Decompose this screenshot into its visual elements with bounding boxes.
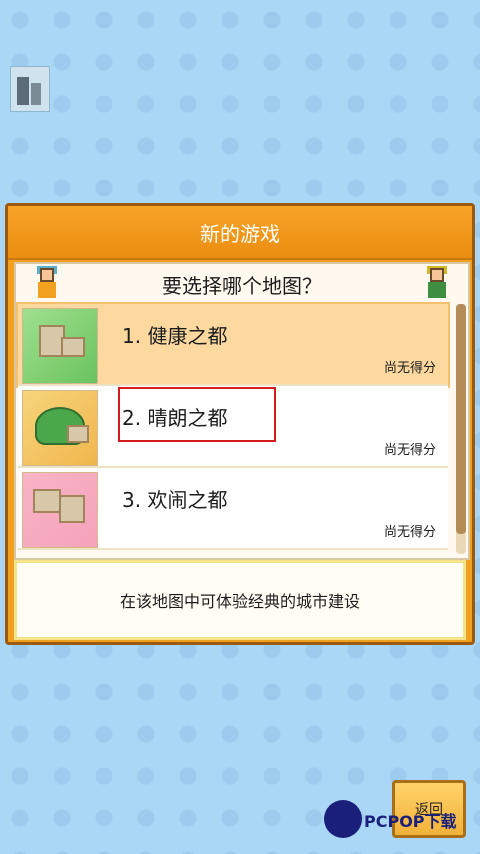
map-thumbnail-icon <box>22 472 98 548</box>
scrollbar[interactable] <box>456 304 466 554</box>
npc-right-icon <box>424 266 450 300</box>
map-thumbnail-icon <box>22 390 98 466</box>
map-title: 3. 欢闹之都 <box>122 488 228 512</box>
question-text: 要选择哪个地图？ <box>162 274 322 298</box>
player-thumbnail-icon <box>10 66 50 112</box>
statue-figure <box>31 83 41 105</box>
map-thumbnail-icon <box>22 308 98 384</box>
dialog-title: 新的游戏 <box>8 206 472 260</box>
map-description: 在该地图中可体验经典的城市建设 <box>14 560 466 640</box>
map-score: 尚无得分 <box>383 525 436 540</box>
map-item-lively-city[interactable]: 3. 欢闹之都 尚无得分 <box>18 468 448 550</box>
map-score: 尚无得分 <box>383 443 436 458</box>
watermark-text: PCPOP下载 <box>364 812 457 831</box>
map-score: 尚无得分 <box>383 361 436 376</box>
map-item-healthy-city[interactable]: 1. 健康之都 尚无得分 <box>16 302 450 388</box>
pcpop-logo-icon <box>324 800 362 838</box>
scrollbar-thumb[interactable] <box>456 304 466 534</box>
highlight-box <box>118 387 276 442</box>
watermark: PCPOP下载 <box>324 800 474 844</box>
statue-figure <box>17 77 29 105</box>
map-title: 1. 健康之都 <box>122 324 228 348</box>
